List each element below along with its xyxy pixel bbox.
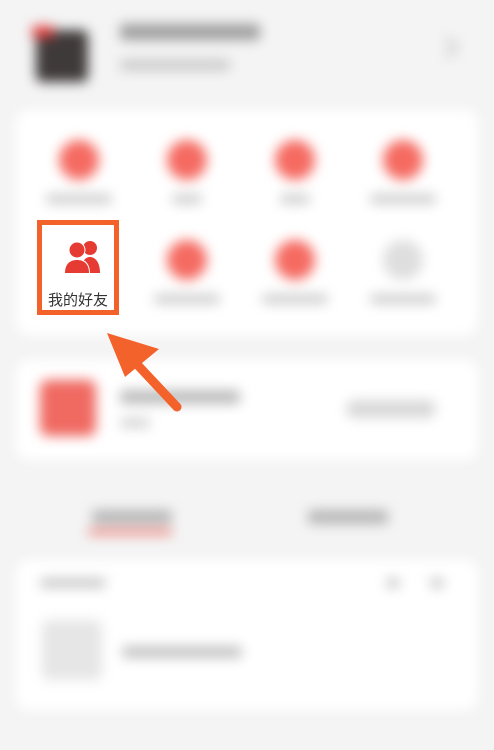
my-friends-button[interactable]: 我的好友 [37, 220, 119, 315]
friends-icon [64, 241, 100, 274]
grid-item[interactable] [34, 130, 124, 220]
feature-icon [275, 140, 315, 180]
tab-first[interactable] [92, 510, 172, 524]
feature-icon [275, 240, 315, 280]
tab-indicator [88, 530, 172, 534]
feature-icon [59, 140, 99, 180]
feature-icon [383, 240, 423, 280]
arrow-pointer-icon [107, 333, 182, 412]
list-thumbnail[interactable] [42, 620, 102, 680]
list-action[interactable] [430, 578, 444, 588]
feature-label [370, 294, 436, 304]
profile-header[interactable] [0, 0, 494, 100]
content-list-card [16, 560, 478, 710]
list-item-title[interactable] [122, 646, 242, 658]
feature-label [46, 194, 112, 204]
banner-button[interactable] [346, 400, 436, 418]
chevron-right-icon[interactable] [436, 36, 459, 59]
grid-item[interactable] [250, 230, 340, 320]
tab-bar [16, 480, 478, 555]
user-subtitle [120, 60, 230, 70]
list-header [40, 578, 106, 588]
grid-item[interactable] [250, 130, 340, 220]
banner-card[interactable] [16, 360, 478, 460]
grid-item[interactable] [358, 130, 448, 220]
feature-label [280, 194, 310, 204]
feature-label [370, 194, 436, 204]
feature-label [172, 194, 202, 204]
grid-item[interactable] [358, 230, 448, 320]
grid-item[interactable] [142, 230, 232, 320]
username [120, 24, 260, 40]
feature-label [262, 294, 328, 304]
grid-item[interactable] [142, 130, 232, 220]
feature-icon [383, 140, 423, 180]
feature-label [154, 294, 220, 304]
list-action[interactable] [386, 578, 400, 588]
feature-icon [167, 140, 207, 180]
avatar[interactable] [32, 26, 88, 82]
banner-image [40, 380, 96, 436]
feature-icon [167, 240, 207, 280]
blurred-background [0, 0, 494, 750]
tab-second[interactable] [308, 510, 388, 524]
my-friends-label: 我的好友 [47, 291, 108, 309]
